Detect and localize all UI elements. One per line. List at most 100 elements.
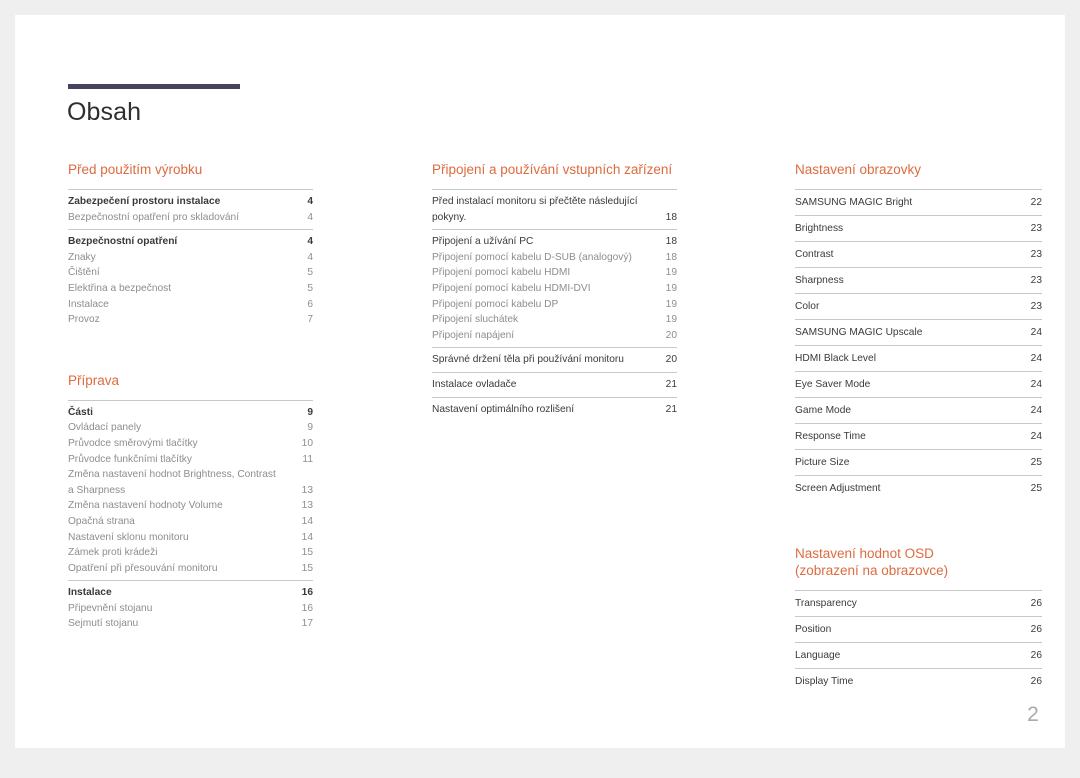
toc-entry[interactable]: Bezpečnostní opatření pro skladování 4 [68,210,313,226]
toc-entry-label: Sejmutí stojanu [68,618,139,630]
toc-entry[interactable]: Language 26 [795,642,1042,668]
toc-entry-label: Zabezpečení prostoru instalace [68,196,221,207]
toc-entry-page: 21 [665,378,677,390]
toc-entry-page: 17 [301,618,313,630]
toc-entry[interactable]: Připojení pomocí kabelu HDMI-DVI 19 [432,281,677,297]
toc-entry[interactable]: Transparency 26 [795,590,1042,616]
toc-entry[interactable]: Brightness 23 [795,215,1042,241]
toc-entry-label: Bezpečnostní opatření pro skladování [68,211,240,223]
toc-entry[interactable]: Game Mode 24 [795,397,1042,423]
toc-entry-label: HDMI Black Level [795,353,876,364]
toc-entry-label: Správné držení těla při používání monito… [432,354,624,366]
toc-entry-label: Čištění [68,267,100,279]
toc-entry[interactable]: Připojení pomocí kabelu HDMI 19 [432,265,677,281]
toc-entry[interactable]: Nastavení sklonu monitoru 14 [68,530,313,546]
toc-entry[interactable]: SAMSUNG MAGIC Bright 22 [795,189,1042,215]
toc-entry[interactable]: Elektřina a bezpečnost 5 [68,281,313,297]
toc-entry[interactable]: Připevnění stojanu 16 [68,601,313,617]
toc-entry[interactable]: Zabezpečení prostoru instalace 4 [68,194,313,210]
toc-entry-label: Contrast [795,249,834,260]
toc-entry-page: 20 [665,329,677,341]
toc-group: Před instalací monitoru si přečtěte násl… [432,189,677,229]
toc-entry[interactable]: HDMI Black Level 24 [795,345,1042,371]
toc-entry-label: Připojení pomocí kabelu DP [432,298,559,310]
toc-entry[interactable]: Display Time 26 [795,668,1042,694]
toc-entry[interactable]: SAMSUNG MAGIC Upscale 24 [795,319,1042,345]
toc-entry[interactable]: Připojení pomocí kabelu D-SUB (analogový… [432,250,677,266]
toc-entry-label: Nastavení optimálního rozlišení [432,403,575,415]
toc-entry[interactable]: Instalace ovladače 21 [432,377,677,393]
toc-entry-label: Části [68,406,93,418]
toc-entry-page: 4 [307,196,313,207]
toc-entry[interactable]: Nastavení optimálního rozlišení 21 [432,402,677,418]
toc-entry-label: SAMSUNG MAGIC Upscale [795,327,923,338]
toc-entry[interactable]: Připojení a užívání PC 18 [432,234,677,250]
toc-entry[interactable]: Změna nastavení hodnot Brightness, Contr… [68,467,313,498]
toc-entry-page: 26 [1030,598,1042,609]
toc-entry-label: Provoz [68,314,100,326]
toc-entry[interactable]: Opatření při přesouvání monitoru 15 [68,561,313,577]
toc-group: Bezpečnostní opatření 4 Znaky 4 Čištění 5 Elek… [68,229,313,332]
toc-entry-label: Připojení sluchátek [432,314,519,326]
toc-entry-label: Nastavení sklonu monitoru [68,531,189,543]
toc-entry-label: Zámek proti krádeži [68,547,158,559]
toc-entry[interactable]: Instalace 6 [68,297,313,313]
toc-entry[interactable]: Provoz 7 [68,312,313,328]
toc-entry[interactable]: Zámek proti krádeži 15 [68,545,313,561]
toc-entry[interactable]: Eye Saver Mode 24 [795,371,1042,397]
toc-entry[interactable]: Připojení napájení 20 [432,328,677,344]
toc-entry[interactable]: Připojení pomocí kabelu DP 19 [432,297,677,313]
document-page: Obsah Před použitím výrobku Zabezpečení p… [15,15,1065,748]
toc-entry-label: Znaky [68,251,96,263]
toc-entry[interactable]: Znaky 4 [68,250,313,266]
toc-column-2: Připojení a používání vstupních zařízení… [432,161,677,421]
toc-entry-label: Připojení pomocí kabelu HDMI [432,267,571,279]
toc-entry-label: Změna nastavení hodnoty Volume [68,500,223,512]
page-number: 2 [1027,703,1039,726]
toc-entry[interactable]: Sejmutí stojanu 17 [68,616,313,632]
toc-entry-page: 14 [301,515,313,527]
toc-entry-page: 4 [307,211,313,223]
toc-entry-page: 4 [307,236,313,248]
toc-entry-page: 18 [665,251,677,263]
toc-entry[interactable]: Response Time 24 [795,423,1042,449]
toc-entry[interactable]: Opačná strana 14 [68,514,313,530]
toc-entry[interactable]: Části 9 [68,405,313,421]
toc-entry[interactable]: Správné držení těla při používání monito… [432,352,677,368]
toc-entry[interactable]: Instalace 16 [68,585,313,601]
toc-entry[interactable]: Průvodce funkčními tlačítky 11 [68,452,313,468]
toc-entry[interactable]: Změna nastavení hodnoty Volume 13 [68,498,313,514]
toc-entry[interactable]: Průvodce směrovými tlačítky 10 [68,436,313,452]
toc-entry-page: 23 [1030,301,1042,312]
toc-entry[interactable]: Čištění 5 [68,265,313,281]
toc-section: Před použitím výrobku Zabezpečení prostor… [68,161,313,332]
toc-entry-label: Připojení a užívání PC [432,236,534,248]
toc-entry[interactable]: Position 26 [795,616,1042,642]
toc-group: Instalace ovladače 21 [432,371,677,397]
toc-entry[interactable]: Bezpečnostní opatření 4 [68,234,313,250]
toc-entry[interactable]: Připojení sluchátek 19 [432,312,677,328]
toc-entry-page: 10 [301,437,313,449]
toc-entry-label: Opatření při přesouvání monitoru [68,562,218,574]
toc-entry[interactable]: Ovládací panely 9 [68,420,313,436]
toc-entry[interactable]: Sharpness 23 [795,267,1042,293]
toc-entry-page: 15 [301,562,313,574]
toc-section-title: Příprava [68,372,120,388]
toc-entry-page: 14 [301,531,313,543]
toc-entry[interactable]: Screen Adjustment 25 [795,475,1042,501]
toc-entry-page: 19 [665,267,677,279]
toc-entry-label: Sharpness [795,275,844,286]
toc-entry[interactable]: Color 23 [795,293,1042,319]
toc-entry[interactable]: Před instalací monitoru si přečtěte násl… [432,194,677,225]
toc-section: Připojení a používání vstupních zařízení… [432,161,677,421]
toc-entry-page: 5 [307,267,313,279]
toc-entry[interactable]: Contrast 23 [795,241,1042,267]
toc-section: Příprava Části 9 Ovládací panely 9 Průvodce s… [68,372,313,636]
toc-entry-page: 23 [1030,223,1042,234]
toc-entry-label: Language [795,650,841,661]
toc-entry[interactable]: Picture Size 25 [795,449,1042,475]
toc-section-title: Před použitím výrobku [68,162,203,177]
toc-entry-label: Picture Size [795,457,850,468]
toc-entry-page: 13 [301,500,313,512]
toc-entry-page: 21 [665,403,677,415]
